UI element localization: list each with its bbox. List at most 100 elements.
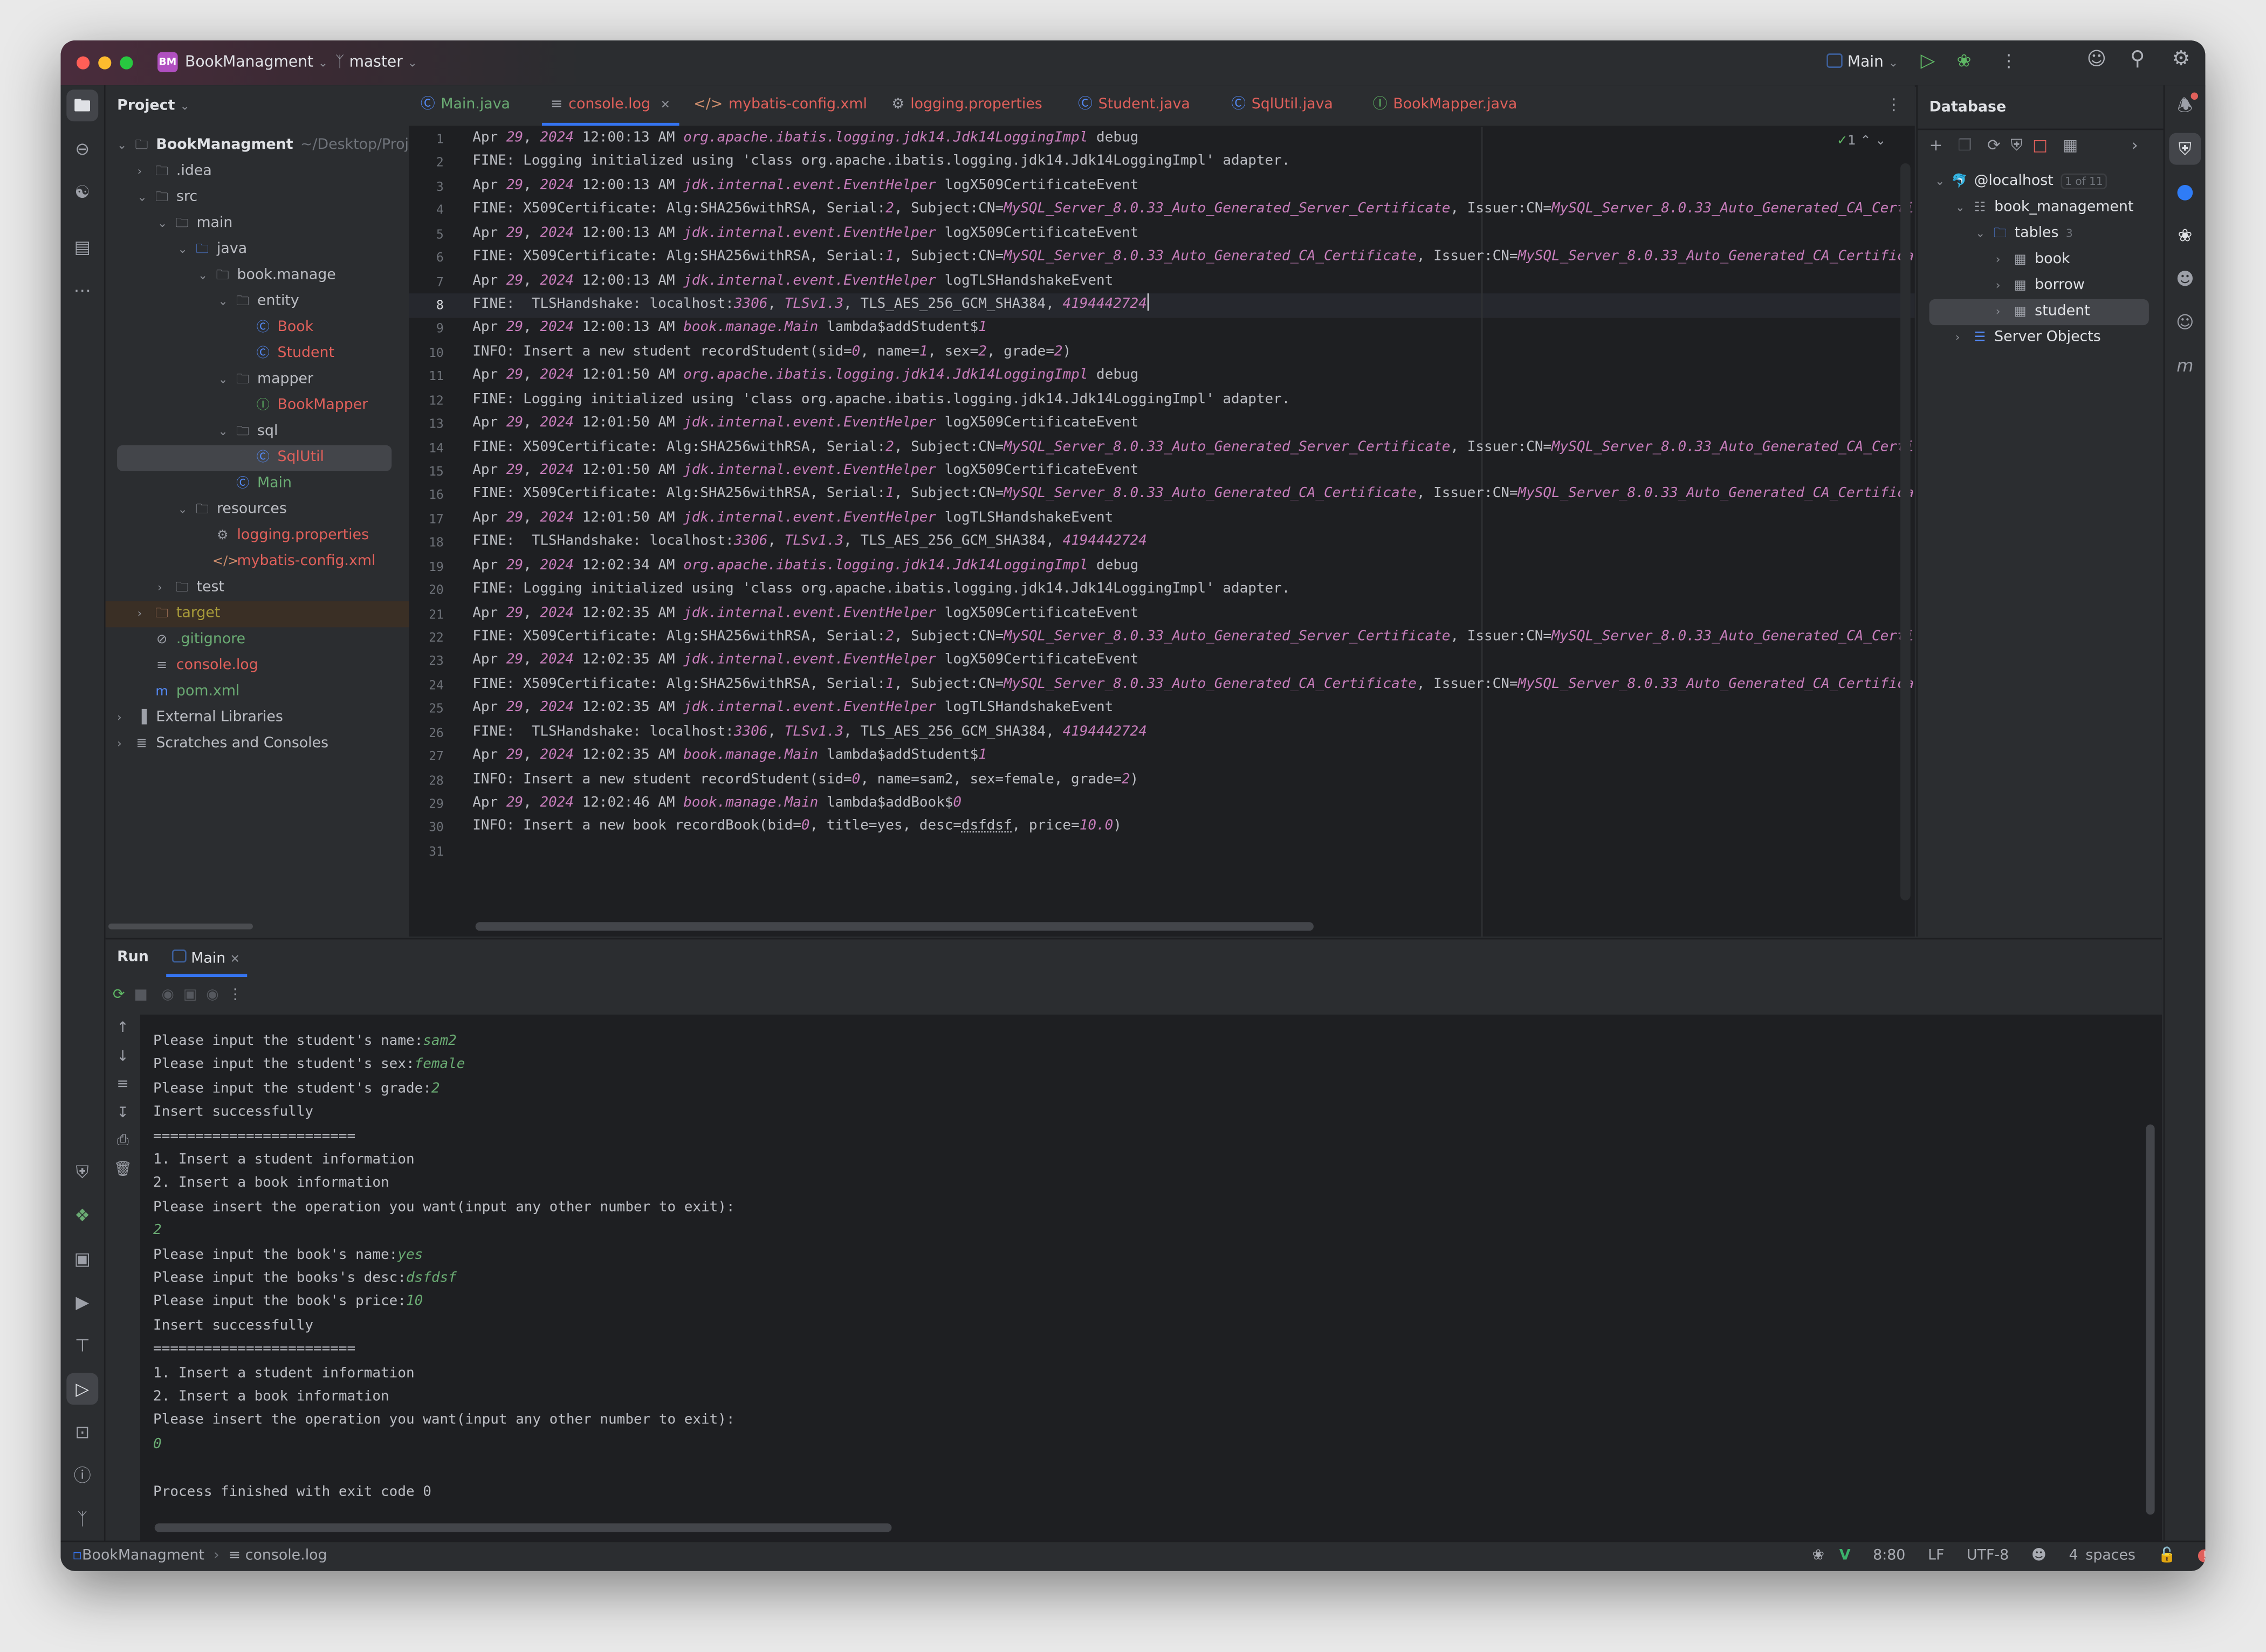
print-icon[interactable]: ⎙ [106,1127,140,1155]
dump-threads-icon[interactable]: ▣ [183,987,197,1003]
add-datasource-icon[interactable]: + [1929,136,1943,155]
error-indicator-icon[interactable]: ! [2198,1550,2206,1562]
console-horizontal-scrollbar[interactable] [154,1523,892,1532]
refresh-icon[interactable]: ⟳ [1987,136,2001,155]
git-icon[interactable]: ᛉ [66,1503,98,1535]
tab-student-java[interactable]: Ⓒ Student.java [1078,85,1190,126]
copilot-chat-icon[interactable]: ☺ [2169,306,2201,338]
lock-icon[interactable]: 🔓 [2158,1548,2176,1564]
branch-switcher[interactable]: ᛉ master ⌄ [335,53,417,71]
clear-all-trash-icon[interactable]: 🗑 [106,1155,140,1183]
breadcrumb-project[interactable]: BookManagment [82,1548,204,1564]
structure-icon[interactable]: ▤ [66,231,98,263]
tree-item[interactable]: ⌄ 🗀 main [106,211,409,237]
line-ending[interactable]: LF [1928,1548,1944,1564]
database-tree-item[interactable]: › ▦ borrow [1918,273,2164,299]
vim-icon[interactable]: V [1839,1548,1851,1564]
chevron-right-icon[interactable]: › [1996,247,2010,273]
code-with-me-icon[interactable]: ☯ [66,176,98,208]
tab-run-main[interactable]: Main ✕ [171,949,240,967]
tree-item[interactable]: ⊘ .gitignore [106,627,409,653]
chevron-right-icon[interactable]: › [117,705,132,731]
tab-console-log[interactable]: ≡ console.log ✕ [541,85,679,126]
tab-main-java[interactable]: Ⓒ Main.java [421,85,510,126]
inspection-widget[interactable]: ✓1 ⌃ ⌄ [1837,134,1886,149]
chevron-down-icon[interactable]: ⌄ [117,133,132,159]
file-encoding[interactable]: UTF-8 [1967,1548,2009,1564]
commit-icon[interactable]: ⊖ [66,133,98,165]
chevron-right-icon[interactable]: › [117,731,132,757]
database-tree-item[interactable]: › ☰ Server Objects [1918,325,2164,351]
chevron-down-icon[interactable]: ⌄ [218,367,233,393]
chevron-down-icon[interactable]: ⌄ [1955,195,1970,221]
copilot-icon[interactable]: ☻ [2169,263,2201,295]
tree-item[interactable]: ⌄ 🗀 mapper [106,367,409,393]
copilot-status-icon[interactable]: ☻ [2031,1548,2047,1564]
database-tool-icon[interactable]: ⛨ [66,1156,98,1188]
indent-setting[interactable]: 4 spaces [2069,1548,2135,1564]
console-vertical-scrollbar[interactable] [2146,1124,2155,1515]
chevron-down-icon[interactable]: ⌄ [178,237,193,263]
console-output[interactable]: Please input the student's name:sam2 Plea… [140,1014,2162,1541]
problems-icon[interactable]: ⓘ [66,1460,98,1491]
tree-item[interactable]: ⌄ 🗀 BookManagment ~/Desktop/Projects [106,133,439,159]
minimize-window-button[interactable] [98,56,112,70]
scroll-down-icon[interactable]: ↓ [106,1043,140,1071]
next-highlight-icon[interactable]: ⌄ [1875,134,1886,149]
tab-options-icon[interactable]: ⋮ [1886,95,1901,114]
database-tree-item[interactable]: ⌄ 🐬 @localhost 1 of 11 [1918,169,2164,195]
python-console-icon[interactable]: ❖ [66,1200,98,1231]
scroll-up-icon[interactable]: ↑ [106,1015,140,1043]
run-config-selector[interactable]: Main ⌄ [1826,53,1898,71]
chevron-right-icon[interactable]: › [138,159,152,185]
more-tools-icon[interactable]: ⋯ [66,274,98,306]
ai-status-icon[interactable]: ❀ [1812,1548,1824,1564]
ai-assistant-icon[interactable]: ❀ [2169,219,2201,251]
tree-item[interactable]: Ⓘ BookMapper [106,393,409,419]
chevron-down-icon[interactable]: ⌄ [198,263,212,289]
chat-assistant-icon[interactable]: ● [2169,176,2201,208]
datasource-properties-icon[interactable]: ⛨ [2010,136,2022,155]
run-tool-icon[interactable]: ▷ [66,1373,99,1405]
chevron-right-icon[interactable]: › [1955,325,1970,351]
database-tree-item[interactable]: › ▦ book [1918,247,2164,273]
search-icon[interactable]: ⚲ [2130,47,2145,71]
screenshot-icon[interactable]: ◉ [161,987,174,1003]
close-tab-icon[interactable]: ✕ [230,953,240,966]
maximize-window-button[interactable] [120,56,133,70]
more-options-icon[interactable]: ⋮ [228,987,243,1003]
restore-layout-icon[interactable]: ◉ [206,987,218,1003]
project-switcher[interactable]: BookManagment ⌄ [185,53,328,71]
tree-item[interactable]: Ⓒ SqlUtil [117,445,392,471]
tree-item[interactable]: Ⓒ Student [106,341,409,367]
tree-item[interactable]: ⌄ 🗀 sql [106,419,409,445]
chevron-down-icon[interactable]: ⌄ [218,419,233,445]
copy-icon[interactable]: ❐ [1958,136,1972,155]
tab-mybatis-config-xml[interactable]: </> mybatis-config.xml [693,85,867,126]
project-panel-title[interactable]: Project ⌄ [117,98,190,114]
run-icon[interactable]: ▷ [1920,51,1935,72]
chevron-right-icon[interactable]: › [1996,273,2010,299]
close-window-button[interactable] [77,56,90,70]
tree-item[interactable]: › 🗀 .idea [106,159,409,185]
tree-item[interactable]: › ≣ Scratches and Consoles [106,731,409,757]
soft-wrap-icon[interactable]: ≡ [106,1071,140,1099]
chevron-down-icon[interactable]: ⌄ [157,211,172,237]
tab-sqlutil-java[interactable]: Ⓒ SqlUtil.java [1231,85,1333,126]
chevron-down-icon[interactable]: ⌄ [1975,221,1990,247]
breadcrumb-file[interactable]: console.log [245,1548,327,1564]
expand-toolbar-icon[interactable]: › [2132,136,2138,155]
horizontal-scrollbar[interactable] [108,923,253,930]
tree-item[interactable]: › ▐ External Libraries [106,705,409,731]
more-actions-icon[interactable]: ⋮ [2000,51,2017,71]
chevron-right-icon[interactable]: › [138,601,152,627]
database-tree-item[interactable]: › ▦ student [1929,299,2149,326]
tab-logging-properties[interactable]: ⚙ logging.properties [891,85,1042,126]
tree-item[interactable]: Ⓒ Main [106,471,409,497]
caret-position[interactable]: 8:80 [1873,1548,1905,1564]
chevron-down-icon[interactable]: ⌄ [1935,169,1949,195]
previous-highlight-icon[interactable]: ⌃ [1860,134,1871,149]
tree-item[interactable]: › 🗀 test [106,575,409,601]
terminal-icon[interactable]: ⊡ [66,1416,98,1448]
tree-item[interactable]: ⌄ 🗀 java [106,237,409,263]
